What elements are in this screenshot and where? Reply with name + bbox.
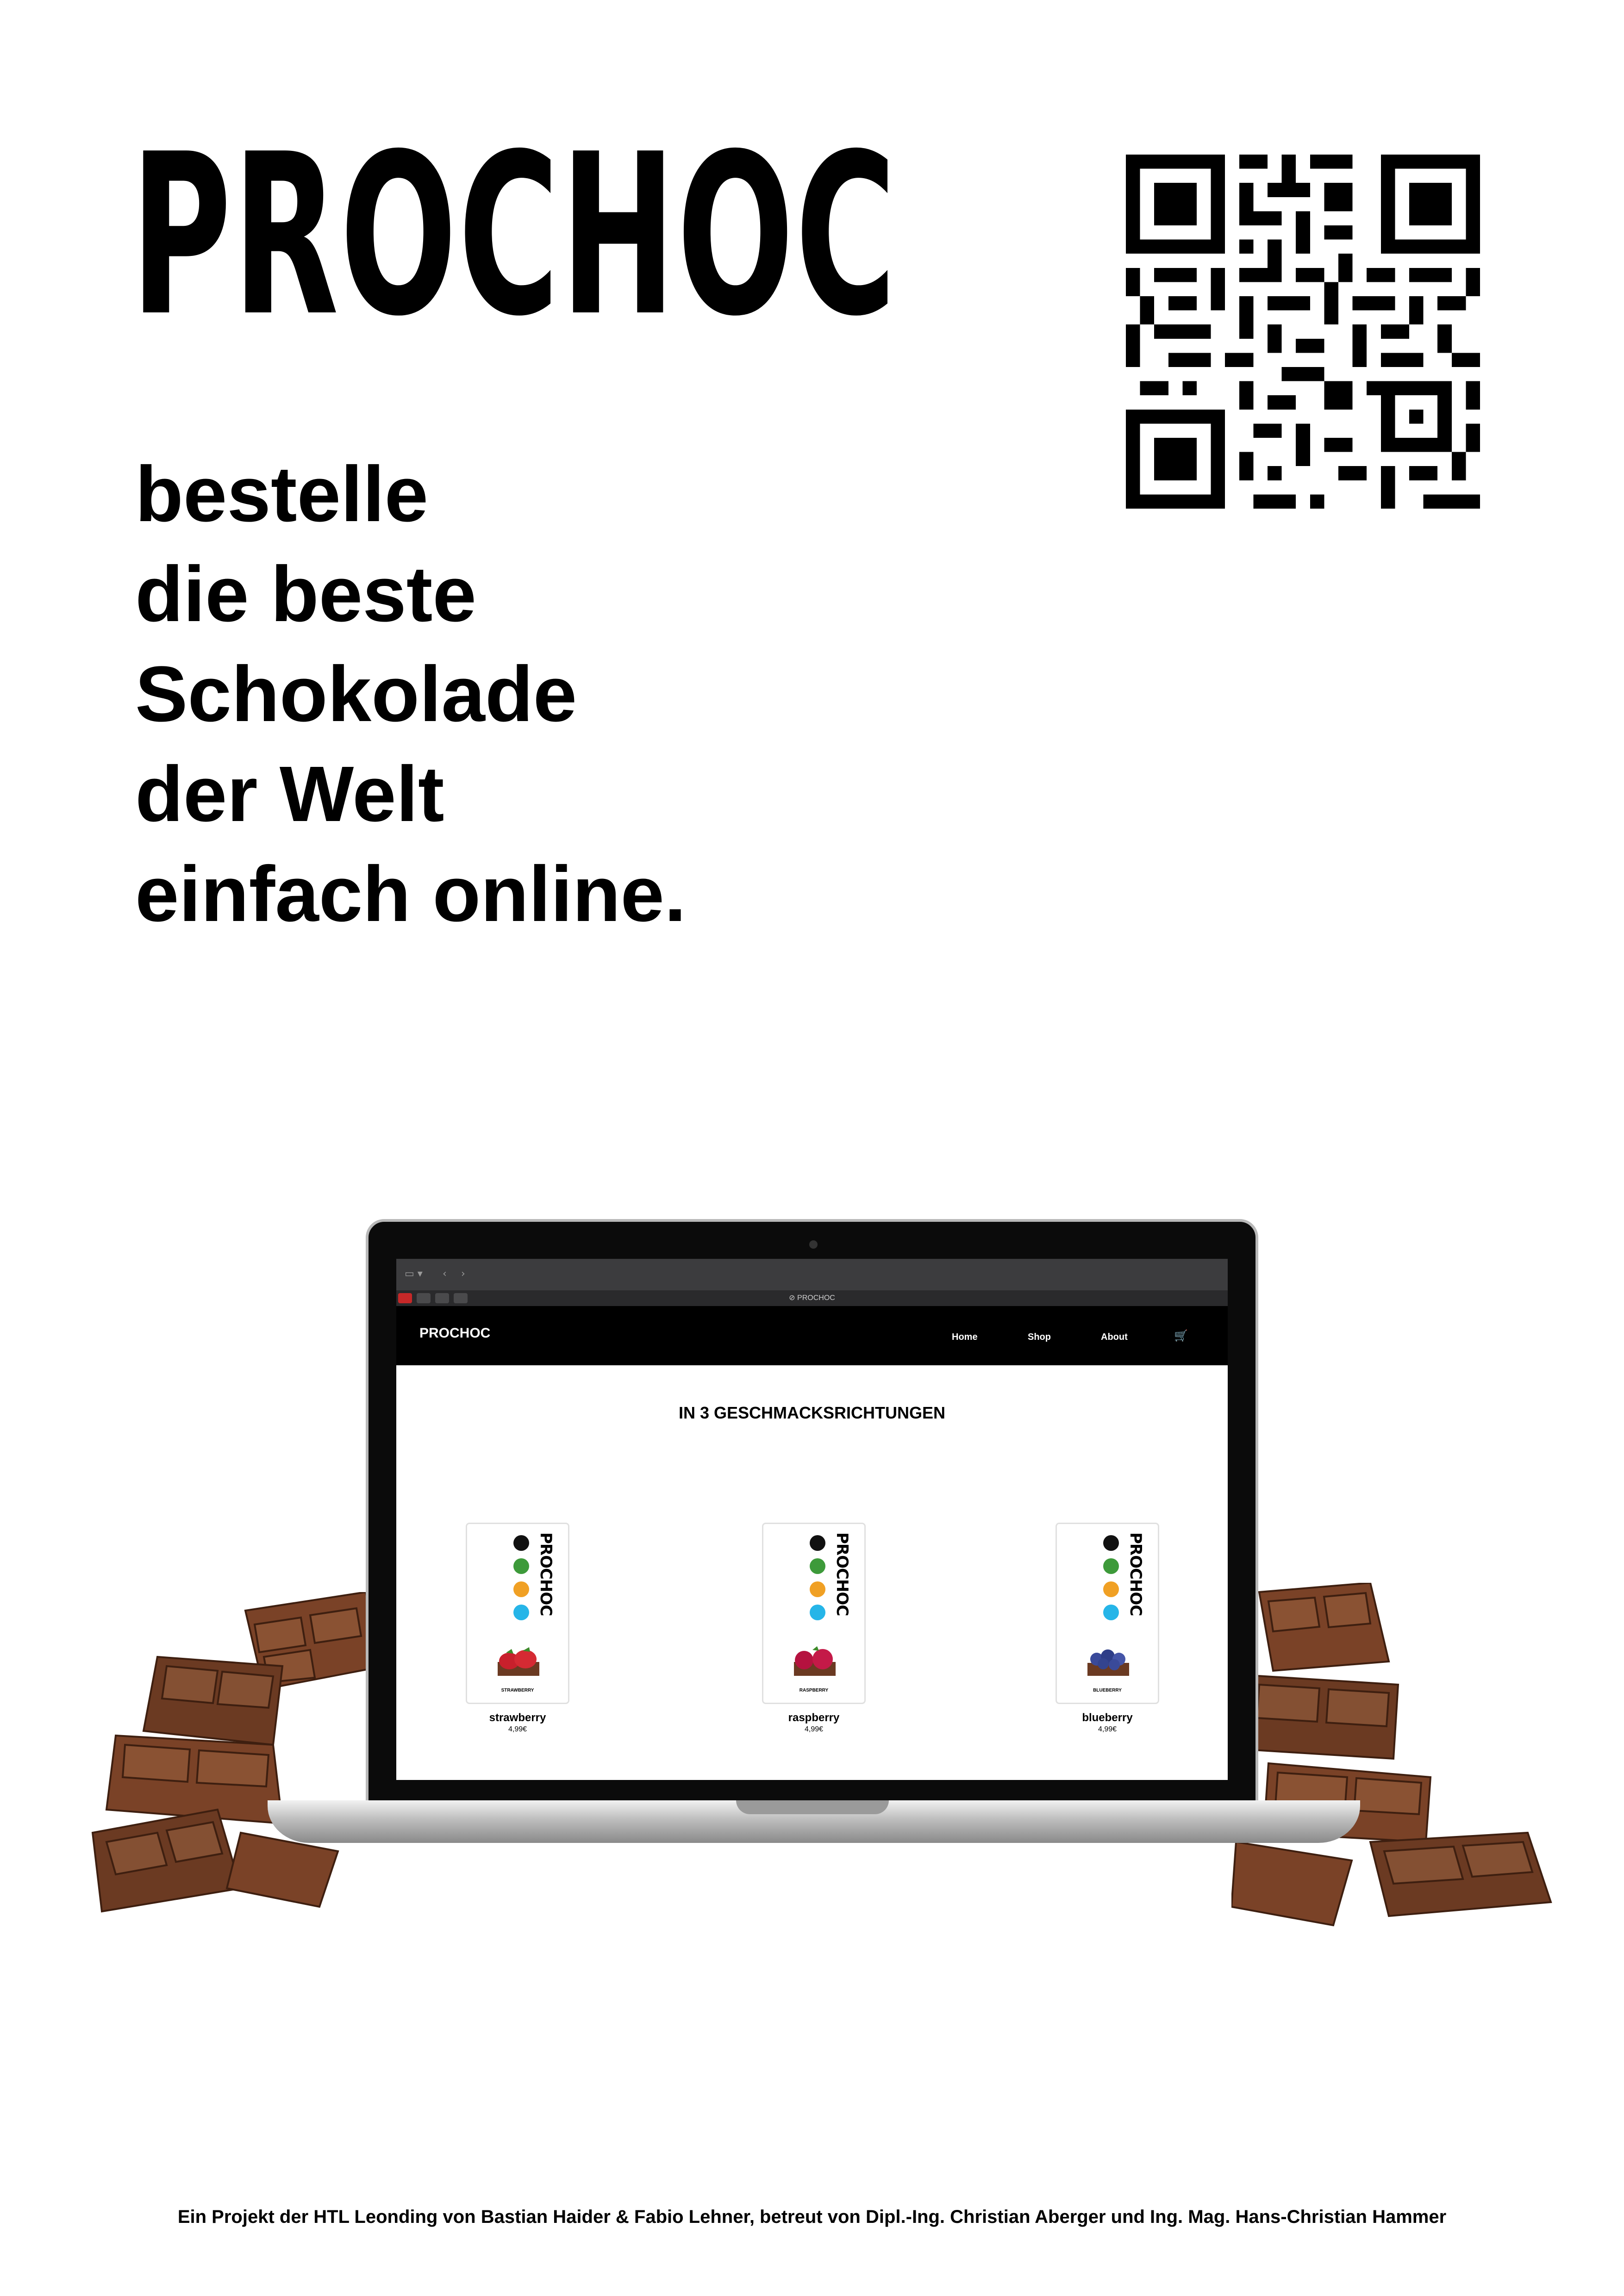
bio-badge-icon <box>810 1581 825 1597</box>
product-price: 4,99€ <box>804 1725 824 1733</box>
qr-code[interactable] <box>1126 155 1480 509</box>
forward-icon[interactable]: › <box>461 1268 465 1280</box>
cart-icon[interactable]: 🛒 <box>1174 1329 1188 1342</box>
poster-brand-logo: PROCHOC <box>131 106 898 365</box>
pack-brand: PROCHOC <box>537 1532 555 1616</box>
info-badge-icon <box>513 1605 529 1620</box>
bio-badge-icon <box>513 1581 529 1597</box>
laptop-screen: ▭ ▾ ‹ › ⊘ PROCHOC PROCHOC Home Shop Abou… <box>396 1259 1228 1780</box>
vegan-badge-icon <box>513 1558 529 1574</box>
vegan-badge-icon <box>810 1558 825 1574</box>
back-icon[interactable]: ‹ <box>443 1268 447 1280</box>
info-badge-icon <box>810 1605 825 1620</box>
fairtrade-badge-icon <box>810 1535 825 1551</box>
tagline-line: einfach online. <box>135 850 687 938</box>
footer-credit: Ein Projekt der HTL Leonding von Bastian… <box>177 2207 1447 2227</box>
raspberry-icon <box>794 1646 836 1676</box>
nav-home[interactable]: Home <box>952 1332 978 1343</box>
vegan-badge-icon <box>1103 1558 1119 1574</box>
browser-toolbar: ▭ ▾ ‹ › <box>396 1259 1228 1290</box>
nav-about[interactable]: About <box>1101 1332 1128 1343</box>
product-name[interactable]: blueberry <box>1038 1711 1177 1724</box>
tagline-line: die beste <box>135 550 476 638</box>
pack-label: BLUEBERRY <box>1093 1688 1122 1693</box>
product-price: 4,99€ <box>508 1725 527 1733</box>
tagline-line: Schokolade <box>135 650 577 738</box>
product-card-blueberry[interactable]: PROCHOC BLUEBERRY <box>1056 1523 1159 1704</box>
strawberry-icon <box>498 1647 539 1676</box>
nav-shop[interactable]: Shop <box>1028 1332 1051 1343</box>
fairtrade-badge-icon <box>513 1535 529 1551</box>
webcam <box>809 1240 818 1249</box>
product-name[interactable]: raspberry <box>744 1711 883 1724</box>
section-title: IN 3 GESCHMACKSRICHTUNGEN <box>678 1403 946 1422</box>
pack-brand: PROCHOC <box>1126 1532 1145 1616</box>
sidebar-icon[interactable]: ▭ ▾ <box>405 1268 423 1280</box>
product-price: 4,99€ <box>1098 1725 1117 1733</box>
tab-title-text: PROCHOC <box>797 1294 835 1302</box>
product-card-strawberry[interactable]: PROCHOC STRAWBERRY <box>466 1523 569 1704</box>
chocolate-pile-left <box>91 1592 386 1913</box>
product-name[interactable]: strawberry <box>448 1711 587 1724</box>
pack-brand: PROCHOC <box>833 1532 851 1616</box>
site-logo[interactable]: PROCHOC <box>419 1325 490 1341</box>
lock-icon: ⊘ <box>789 1294 798 1302</box>
pack-label: STRAWBERRY <box>501 1688 534 1693</box>
product-card-raspberry[interactable]: PROCHOC RASPBERRY <box>762 1523 866 1704</box>
pack-label: RASPBERRY <box>799 1688 829 1693</box>
tagline: bestelle die beste Schokolade der Welt e… <box>135 444 922 944</box>
tagline-line: bestelle <box>135 450 429 538</box>
laptop-notch <box>736 1800 889 1814</box>
tab-title[interactable]: ⊘ PROCHOC <box>396 1290 1228 1306</box>
bio-badge-icon <box>1103 1581 1119 1597</box>
chocolate-pile-right <box>1231 1583 1552 1927</box>
browser-tab-bar: ⊘ PROCHOC <box>396 1290 1228 1306</box>
blueberry-icon <box>1087 1649 1129 1676</box>
info-badge-icon <box>1103 1605 1119 1620</box>
site-header: PROCHOC Home Shop About 🛒 <box>396 1306 1228 1365</box>
fairtrade-badge-icon <box>1103 1535 1119 1551</box>
tagline-line: der Welt <box>135 750 444 838</box>
